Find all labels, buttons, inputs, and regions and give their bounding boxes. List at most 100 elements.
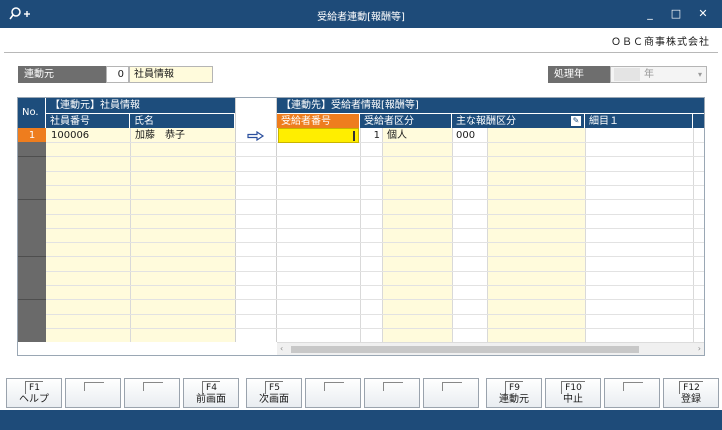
row-number[interactable] xyxy=(18,256,46,272)
employee-name-column xyxy=(130,128,235,342)
row-divider xyxy=(46,327,704,329)
arrow-column xyxy=(235,128,277,342)
reward-code-column xyxy=(452,128,487,342)
close-button[interactable]: ✕ xyxy=(692,5,714,23)
col-detail-next xyxy=(693,113,704,128)
edit-icon[interactable]: ✎ xyxy=(571,116,581,126)
horizontal-scrollbar[interactable]: ‹ › xyxy=(277,342,704,355)
row1-employee-number[interactable]: 100006 xyxy=(51,128,89,143)
row1-employee-name[interactable]: 加藤 恭子 xyxy=(135,128,185,143)
fkey-label: 連動元 xyxy=(499,394,529,405)
text-cursor xyxy=(353,131,355,141)
function-key-bar: F1 ヘルプ F4 前画面 F5 次画面 F9 連動元 F10 中止 F12 登録 xyxy=(0,378,722,408)
left-group-header: 【連動元】社員情報 xyxy=(46,98,235,113)
fkey-empty-tab xyxy=(442,382,462,391)
fkey-empty-button[interactable] xyxy=(423,378,479,408)
row-divider xyxy=(46,156,704,158)
row-divider xyxy=(46,285,704,286)
fkey-name: F9 xyxy=(505,381,523,394)
recipient-type-name-column xyxy=(382,128,452,342)
row-divider xyxy=(46,184,704,186)
row-divider xyxy=(46,256,704,258)
row-number[interactable] xyxy=(18,328,46,344)
row-number[interactable] xyxy=(18,199,46,215)
arrow-right-icon xyxy=(247,131,265,141)
title-bar: 受給者連動[報酬等] _ □ ✕ xyxy=(0,0,722,28)
col-employee-number[interactable]: 社員番号 xyxy=(46,113,130,128)
row-divider xyxy=(46,227,704,229)
col-recipient-number[interactable]: 受給者番号 xyxy=(277,113,360,128)
fkey-empty-button[interactable] xyxy=(65,378,121,408)
maximize-button[interactable]: □ xyxy=(665,5,687,23)
col-recipient-type[interactable]: 受給者区分 xyxy=(360,113,452,128)
col-detail-1[interactable]: 細目１ xyxy=(585,113,693,128)
row-number[interactable] xyxy=(18,156,46,172)
row1-main-reward-code[interactable]: 000 xyxy=(456,128,475,143)
row-divider xyxy=(46,213,704,215)
row-divider xyxy=(46,299,704,301)
fkey-f5-button[interactable]: F5 次画面 xyxy=(246,378,302,408)
arrow-column-header xyxy=(235,98,277,128)
year-suffix: 年 xyxy=(644,69,654,80)
employee-number-column xyxy=(46,128,130,342)
scroll-right-icon[interactable]: › xyxy=(698,343,701,355)
scrollbar-thumb[interactable] xyxy=(291,346,639,353)
fkey-f4-button[interactable]: F4 前画面 xyxy=(183,378,239,408)
fkey-label: 前画面 xyxy=(196,394,226,405)
fkey-name: F10 xyxy=(561,381,585,394)
fkey-empty-button[interactable] xyxy=(364,378,420,408)
source-name-field: 社員情報 xyxy=(129,66,213,83)
row-number[interactable]: 1 xyxy=(18,128,46,143)
col-main-reward[interactable]: 主な報酬区分 ✎ xyxy=(452,113,585,128)
fkey-empty-tab xyxy=(84,382,104,391)
year-select[interactable]: 年 ▾ xyxy=(610,66,707,83)
fkey-empty-tab xyxy=(383,382,403,391)
col-employee-name[interactable]: 氏名 xyxy=(130,113,235,128)
scroll-left-icon[interactable]: ‹ xyxy=(280,343,283,355)
divider xyxy=(4,52,718,53)
col-main-reward-label: 主な報酬区分 xyxy=(456,116,516,127)
fkey-label: 登録 xyxy=(681,394,701,405)
fkey-name: F1 xyxy=(25,381,43,394)
row-divider xyxy=(46,270,704,272)
fkey-f1-button[interactable]: F1 ヘルプ xyxy=(6,378,62,408)
scroll-spacer xyxy=(18,342,277,355)
fkey-empty-tab xyxy=(623,382,643,391)
row-number[interactable] xyxy=(18,285,46,301)
row-number[interactable] xyxy=(18,185,46,201)
row-divider xyxy=(46,170,704,172)
recipient-number-column xyxy=(277,128,360,342)
fkey-f10-button[interactable]: F10 中止 xyxy=(545,378,601,408)
company-name: ＯＢＣ商事株式会社 xyxy=(611,37,710,48)
chevron-down-icon: ▾ xyxy=(697,70,702,79)
detail-column xyxy=(585,128,704,342)
row-number[interactable] xyxy=(18,242,46,258)
row-number[interactable] xyxy=(18,313,46,329)
row-number[interactable] xyxy=(18,271,46,286)
right-group-header: 【連動先】受給者情報[報酬等] xyxy=(277,98,704,113)
fkey-f12-button[interactable]: F12 登録 xyxy=(663,378,719,408)
fkey-label: 中止 xyxy=(563,394,583,405)
window-title: 受給者連動[報酬等] xyxy=(317,12,405,23)
fkey-empty-button[interactable] xyxy=(124,378,180,408)
fkey-empty-button[interactable] xyxy=(305,378,361,408)
source-code-field[interactable]: 0 xyxy=(106,66,129,83)
row1-recipient-type-code[interactable]: 1 xyxy=(360,128,380,143)
mapping-grid: No. 【連動元】社員情報 社員番号 氏名 【連動先】受給者情報[報酬等] 受給… xyxy=(17,97,705,356)
row-number[interactable] xyxy=(18,142,46,158)
fkey-f9-button[interactable]: F9 連動元 xyxy=(486,378,542,408)
status-bar xyxy=(0,410,722,430)
row-number[interactable] xyxy=(18,170,46,186)
recipient-number-input[interactable] xyxy=(278,128,359,143)
row-number[interactable] xyxy=(18,228,46,244)
row-divider xyxy=(46,199,704,201)
minimize-button[interactable]: _ xyxy=(639,5,661,23)
source-label: 連動元 xyxy=(18,66,106,83)
fkey-empty-button[interactable] xyxy=(604,378,660,408)
fkey-label: 次画面 xyxy=(259,394,289,405)
fkey-name: F5 xyxy=(265,381,283,394)
row-number[interactable] xyxy=(18,299,46,315)
fkey-name: F12 xyxy=(679,381,703,394)
row-number[interactable] xyxy=(18,213,46,229)
reward-name-column xyxy=(487,128,585,342)
